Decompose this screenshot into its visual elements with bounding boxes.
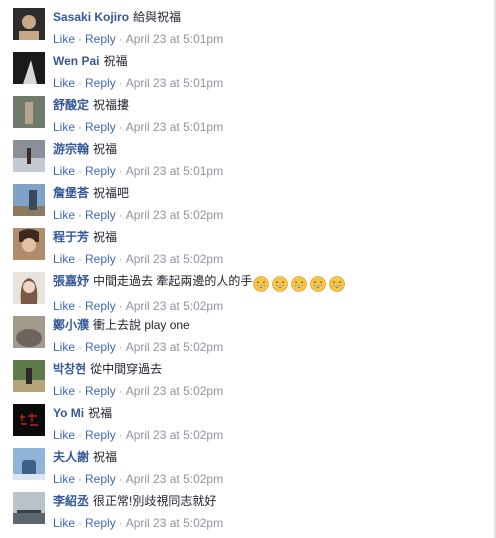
like-link[interactable]: Like bbox=[53, 516, 75, 530]
reply-link[interactable]: Reply bbox=[85, 516, 116, 530]
comment-list: Sasaki Kojiro 給與祝福 Like · Reply · April 23 at… bbox=[0, 0, 494, 530]
comment-text: 從中間穿過去 bbox=[90, 362, 163, 376]
comment-text: 祝福 bbox=[93, 230, 118, 244]
avatar[interactable] bbox=[13, 228, 45, 260]
comment-item: 游宗翰 祝福 Like · Reply · April 23 at 5:01pm bbox=[0, 132, 494, 178]
comment-author-link[interactable]: Yo Mi bbox=[53, 406, 84, 420]
separator: · bbox=[118, 516, 123, 530]
grinning-face-icon bbox=[253, 276, 270, 292]
comment-text: 祝福 bbox=[93, 142, 118, 156]
comment-item: 舒酸定 祝福摟 Like · Reply · April 23 at 5:01pm bbox=[0, 88, 494, 134]
comment-author-link[interactable]: 詹堡荅 bbox=[53, 186, 89, 200]
grinning-face-icon bbox=[310, 276, 327, 292]
avatar[interactable] bbox=[13, 184, 45, 216]
comment-author-link[interactable]: 李紹丞 bbox=[53, 494, 89, 508]
avatar[interactable] bbox=[13, 8, 45, 40]
comment-author-link[interactable]: Sasaki Kojiro bbox=[53, 10, 129, 24]
comment-item: Sasaki Kojiro 給與祝福 Like · Reply · April 23 at… bbox=[0, 0, 494, 46]
avatar[interactable] bbox=[13, 448, 45, 480]
comment-author-link[interactable]: 游宗翰 bbox=[53, 142, 89, 156]
comment-author-link[interactable]: 程于芳 bbox=[53, 230, 89, 244]
comment-item: 張嘉妤 中間走過去 牽起兩邊的人的手 Like · Reply · April 23 at… bbox=[0, 264, 494, 313]
comment-item: 詹堡荅 祝福吧 Like · Reply · April 23 at 5:02pm bbox=[0, 176, 494, 222]
grinning-face-icon bbox=[272, 276, 289, 292]
comment-item: 程于芳 祝福 Like · Reply · April 23 at 5:02pm bbox=[0, 220, 494, 266]
comment-text: 祝福摟 bbox=[93, 98, 130, 112]
comment-text: 給與祝福 bbox=[133, 10, 182, 24]
comment-text: 衝上去說 play one bbox=[93, 318, 190, 332]
comment-author-link[interactable]: 張嘉妤 bbox=[53, 274, 89, 288]
comment-text: 中間走過去 牽起兩邊的人的手 bbox=[93, 274, 253, 288]
comment-author-link[interactable]: Wen Pai bbox=[53, 54, 99, 68]
comment-text: 祝福 bbox=[103, 54, 128, 68]
comment-text: 祝福 bbox=[93, 450, 118, 464]
avatar[interactable] bbox=[13, 316, 45, 348]
avatar[interactable] bbox=[13, 272, 45, 304]
comment-item: 鄭小濮 衝上去說 play one Like · Reply · April 23 at … bbox=[0, 308, 494, 354]
avatar[interactable] bbox=[13, 140, 45, 172]
comment-item: Wen Pai 祝福 Like · Reply · April 23 at 5:01pm bbox=[0, 44, 494, 90]
comment-author-link[interactable]: 鄭小濮 bbox=[53, 318, 89, 332]
grinning-face-icon bbox=[291, 276, 308, 292]
avatar[interactable] bbox=[13, 492, 45, 524]
avatar[interactable] bbox=[13, 360, 45, 392]
comment-text: 祝福吧 bbox=[93, 186, 130, 200]
comment-item: 夫人謝 祝福 Like · Reply · April 23 at 5:02pm bbox=[0, 440, 494, 486]
comment-item: Yo Mi 祝福 Like · Reply · April 23 at 5:02pm bbox=[0, 396, 494, 442]
separator: · bbox=[78, 516, 83, 530]
comment-text: 祝福 bbox=[88, 406, 113, 420]
avatar[interactable] bbox=[13, 52, 45, 84]
emoji-group bbox=[253, 276, 348, 292]
comment-author-link[interactable]: 박창현 bbox=[53, 362, 86, 376]
avatar[interactable] bbox=[13, 96, 45, 128]
grinning-face-icon bbox=[329, 276, 346, 292]
comment-item: 박창현 從中間穿過去 Like · Reply · April 23 at 5:02pm bbox=[0, 352, 494, 398]
comment-item: 李紹丞 很正常!別歧視同志就好 Like · Reply · April 23 at 5:… bbox=[0, 484, 494, 530]
comment-author-link[interactable]: 舒酸定 bbox=[53, 98, 89, 112]
comment-text: 很正常!別歧視同志就好 bbox=[93, 494, 217, 508]
comment-author-link[interactable]: 夫人謝 bbox=[53, 450, 89, 464]
avatar[interactable] bbox=[13, 404, 45, 436]
comment-timestamp[interactable]: April 23 at 5:02pm bbox=[126, 516, 223, 530]
